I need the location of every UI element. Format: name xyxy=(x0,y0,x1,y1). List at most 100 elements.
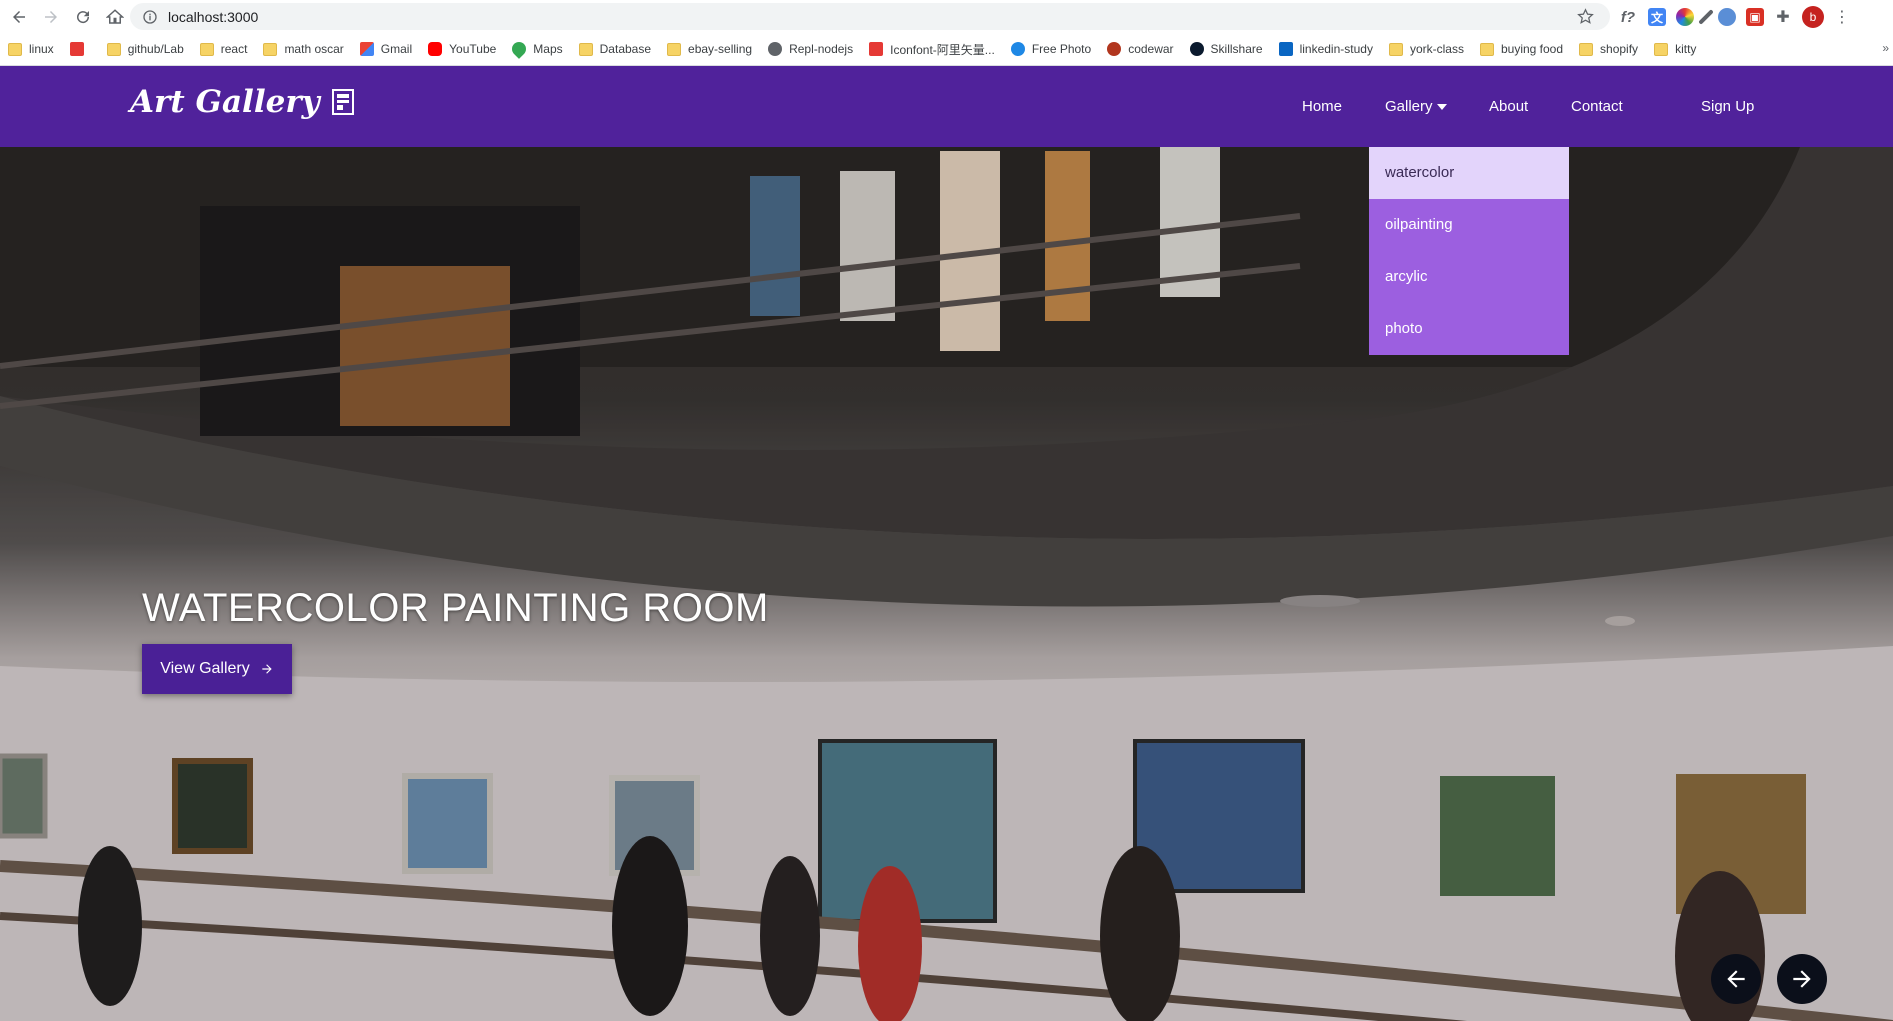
profile-avatar[interactable]: b xyxy=(1802,6,1824,28)
youtube-icon xyxy=(428,42,443,56)
reload-icon[interactable] xyxy=(70,4,96,30)
bookmark-label: Maps xyxy=(533,42,563,56)
bookmark-linkedin-study[interactable]: linkedin-study xyxy=(1278,42,1373,56)
bookmark-repl-nodejs[interactable]: Repl-nodejs xyxy=(768,42,853,56)
linkedin-icon xyxy=(1278,42,1293,56)
dropdown-item-acrylic[interactable]: arcylic xyxy=(1369,251,1569,303)
bookmark-label: shopify xyxy=(1600,42,1639,56)
bookmark-ebay-selling[interactable]: ebay-selling xyxy=(667,42,752,56)
bookmark-label: Iconfont-阿里矢量... xyxy=(890,42,995,57)
nav-about[interactable]: About xyxy=(1489,98,1528,115)
extensions-area: f? 文 ▣ ✚ b ⋮ xyxy=(1618,4,1850,30)
bookmark-database[interactable]: Database xyxy=(578,42,652,56)
nav-links: Home Gallery About Contact Sign Up xyxy=(0,66,1893,147)
bookmark-react[interactable]: react xyxy=(199,42,248,56)
nav-home[interactable]: Home xyxy=(1302,98,1342,115)
arrow-right-icon xyxy=(1793,970,1811,988)
site-navbar: Art Gallery Home Gallery About Contact S… xyxy=(0,66,1893,147)
bookmark-label: YouTube xyxy=(449,42,497,56)
folder-icon xyxy=(1579,42,1594,56)
address-bar[interactable]: localhost:3000 xyxy=(130,3,1610,30)
fontface-ninja-icon[interactable]: f? xyxy=(1618,8,1638,26)
repl-icon xyxy=(768,42,783,56)
bookmark-kitty[interactable]: kitty xyxy=(1654,42,1696,56)
bookmark-free-photo[interactable]: Free Photo xyxy=(1010,42,1092,56)
capture-icon[interactable]: ▣ xyxy=(1746,8,1764,26)
eyedropper-icon[interactable] xyxy=(1698,9,1714,25)
bookmark-maps[interactable]: Maps xyxy=(509,39,563,59)
bookmark-codewar[interactable]: codewar xyxy=(1107,42,1174,56)
forward-arrow-icon[interactable] xyxy=(38,4,64,30)
app-icon xyxy=(69,42,84,56)
info-icon[interactable] xyxy=(142,9,158,25)
home-icon[interactable] xyxy=(102,4,128,30)
url-text[interactable]: localhost:3000 xyxy=(168,9,258,25)
bookmark-label: react xyxy=(220,42,248,56)
bookmarks-bar: linux github/Lab react math oscar Gmail … xyxy=(0,33,1893,66)
arrow-right-icon xyxy=(262,664,272,674)
bookmark-youtube[interactable]: YouTube xyxy=(428,42,496,56)
view-gallery-label: View Gallery xyxy=(160,660,250,677)
folder-icon xyxy=(578,42,593,56)
folder-icon xyxy=(667,42,682,56)
more-bookmarks-icon[interactable]: » xyxy=(1882,41,1889,55)
bookmark-label: github/Lab xyxy=(127,42,184,56)
folder-icon xyxy=(199,42,214,56)
bookmark-label: math oscar xyxy=(284,42,344,56)
nav-contact[interactable]: Contact xyxy=(1571,98,1623,115)
bookmark-label: codewar xyxy=(1128,42,1174,56)
bookmark-buying-food[interactable]: buying food xyxy=(1479,42,1564,56)
photo-icon xyxy=(1010,42,1025,56)
puzzle-icon[interactable]: ✚ xyxy=(1774,8,1792,26)
codewars-icon xyxy=(1107,42,1122,56)
maps-icon xyxy=(509,39,530,59)
nav-gallery[interactable]: Gallery xyxy=(1385,98,1447,115)
bookmark-skillshare[interactable]: Skillshare xyxy=(1189,42,1263,56)
bookmark-label: Free Photo xyxy=(1031,42,1092,56)
gallery-dropdown-menu: watercolor oilpainting arcylic photo xyxy=(1369,147,1569,355)
bookmark-york-class[interactable]: york-class xyxy=(1388,42,1464,56)
gmail-icon xyxy=(359,42,374,56)
bookmark-label: Gmail xyxy=(380,42,413,56)
skillshare-icon xyxy=(1189,42,1204,56)
bookmark-label: Repl-nodejs xyxy=(789,42,854,56)
caret-down-icon xyxy=(1436,104,1447,111)
bookmark-gmail[interactable]: Gmail xyxy=(359,42,413,56)
arrow-left-icon xyxy=(1727,970,1745,988)
bookmark-star-icon[interactable] xyxy=(1577,8,1594,25)
bookmark-label: kitty xyxy=(1675,42,1697,56)
folder-icon xyxy=(1388,42,1403,56)
folder-icon xyxy=(263,42,278,56)
view-gallery-button[interactable]: View Gallery xyxy=(142,644,292,694)
hero-title: WATERCOLOR PAINTING ROOM xyxy=(142,586,769,630)
folder-icon xyxy=(1479,42,1494,56)
carousel-prev-button[interactable] xyxy=(1711,954,1761,1004)
bookmark-app[interactable] xyxy=(69,42,91,56)
browser-toolbar: localhost:3000 f? 文 ▣ ✚ b ⋮ xyxy=(0,0,1893,33)
dropdown-item-oilpainting[interactable]: oilpainting xyxy=(1369,199,1569,251)
dropdown-item-photo[interactable]: photo xyxy=(1369,303,1569,355)
translate-icon[interactable]: 文 xyxy=(1648,8,1666,26)
bookmark-label: york-class xyxy=(1409,42,1464,56)
bookmark-label: Database xyxy=(599,42,652,56)
web-page: Art Gallery Home Gallery About Contact S… xyxy=(0,66,1893,1021)
folder-icon xyxy=(1654,42,1669,56)
kebab-menu-icon[interactable]: ⋮ xyxy=(1834,7,1850,27)
bookmark-github-lab[interactable]: github/Lab xyxy=(106,42,184,56)
bookmark-shopify[interactable]: shopify xyxy=(1579,42,1638,56)
carousel-next-button[interactable] xyxy=(1777,954,1827,1004)
color-wheel-icon[interactable] xyxy=(1676,8,1694,26)
dropdown-item-watercolor[interactable]: watercolor xyxy=(1369,147,1569,199)
bookmark-iconfont[interactable]: Iconfont-阿里矢量... xyxy=(869,41,995,58)
privacy-icon[interactable] xyxy=(1718,8,1736,26)
nav-signup[interactable]: Sign Up xyxy=(1701,98,1754,115)
folder-icon xyxy=(8,42,22,56)
iconfont-icon xyxy=(869,42,884,56)
bookmark-math-oscar[interactable]: math oscar xyxy=(263,42,344,56)
nav-gallery-label[interactable]: Gallery xyxy=(1385,98,1433,115)
back-arrow-icon[interactable] xyxy=(6,4,32,30)
bookmark-label: linkedin-study xyxy=(1299,42,1373,56)
bookmark-label: Skillshare xyxy=(1210,42,1263,56)
bookmark-linux[interactable]: linux xyxy=(8,42,54,56)
bookmark-label: buying food xyxy=(1500,42,1564,56)
